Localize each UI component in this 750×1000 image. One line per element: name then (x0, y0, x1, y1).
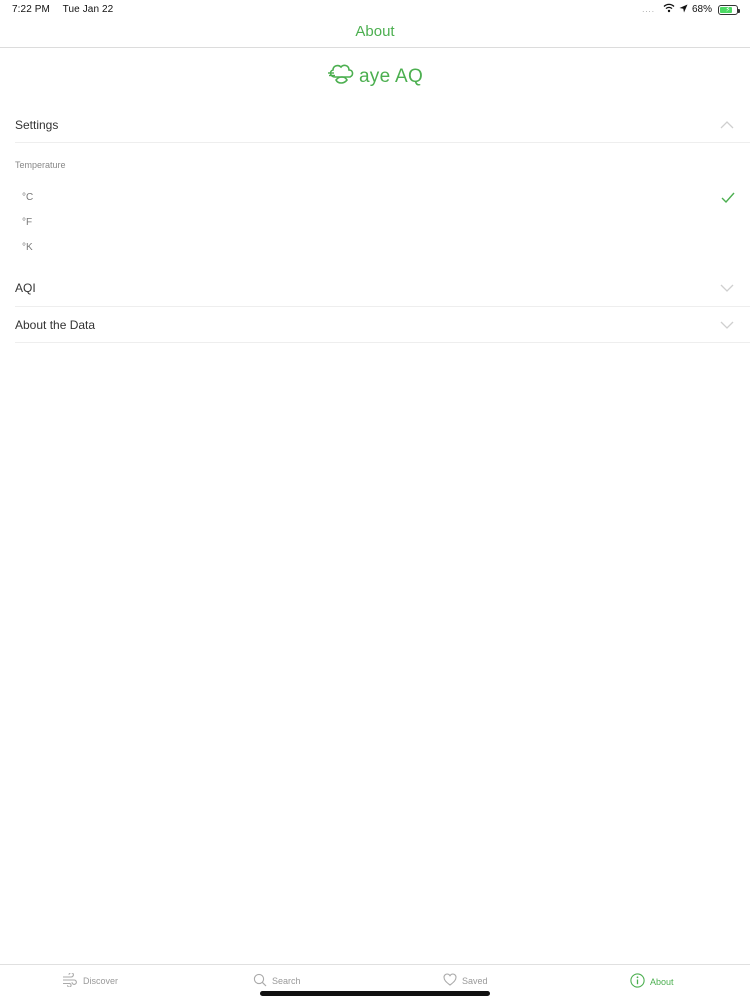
tab-label: Search (272, 976, 301, 986)
tab-label: Discover (83, 976, 119, 986)
tab-about[interactable]: About (630, 973, 674, 990)
home-indicator (260, 991, 490, 996)
navigation-bar: About (0, 18, 750, 48)
status-bar: 7:22 PM Tue Jan 22 .... 68% ⚡ (0, 0, 750, 18)
aqi-section-header[interactable]: AQI (15, 270, 750, 307)
tab-label: About (650, 976, 674, 987)
page-title: About (355, 23, 395, 40)
chevron-up-icon (720, 121, 734, 129)
wind-icon (62, 972, 78, 989)
settings-section-header[interactable]: Settings (15, 108, 750, 143)
battery-icon: ⚡ (718, 4, 740, 15)
temperature-heading: Temperature (15, 160, 66, 170)
status-date: Tue Jan 22 (62, 4, 114, 15)
app-logo: aye AQ (0, 62, 750, 91)
temperature-option-kelvin[interactable]: °K (22, 235, 750, 259)
tab-discover[interactable]: Discover (62, 972, 119, 989)
tab-label: Saved (462, 975, 488, 986)
location-arrow-icon (679, 4, 688, 16)
chevron-down-icon (720, 321, 734, 329)
charging-bolt-icon: ⚡ (725, 6, 731, 13)
battery-percentage: 68% (691, 4, 712, 15)
status-right: .... 68% ⚡ (642, 3, 740, 16)
about-the-data-label: About the Data (15, 317, 96, 332)
status-left: 7:22 PM Tue Jan 22 (12, 4, 123, 15)
heart-icon (443, 973, 457, 988)
about-screen: 7:22 PM Tue Jan 22 .... 68% ⚡ About aye … (0, 0, 750, 1000)
temperature-option-celsius[interactable]: °C (22, 185, 750, 209)
multitasking-dots: .... (642, 5, 655, 14)
option-label: °K (22, 241, 33, 253)
chevron-down-icon (720, 284, 734, 292)
tab-saved[interactable]: Saved (443, 973, 488, 988)
aqi-label: AQI (15, 281, 36, 295)
temperature-option-fahrenheit[interactable]: °F (22, 210, 750, 234)
tab-search[interactable]: Search (253, 973, 301, 989)
option-label: °F (22, 216, 33, 228)
search-icon (253, 973, 267, 989)
checkmark-icon (721, 192, 735, 203)
status-time: 7:22 PM (12, 4, 50, 15)
settings-label: Settings (15, 118, 59, 132)
option-label: °C (22, 191, 34, 203)
info-icon (630, 973, 645, 990)
wifi-icon (663, 3, 675, 16)
about-the-data-section-header[interactable]: About the Data (15, 307, 750, 343)
leaf-cloud-logo-icon (327, 62, 355, 91)
logo-text: aye AQ (358, 65, 424, 87)
